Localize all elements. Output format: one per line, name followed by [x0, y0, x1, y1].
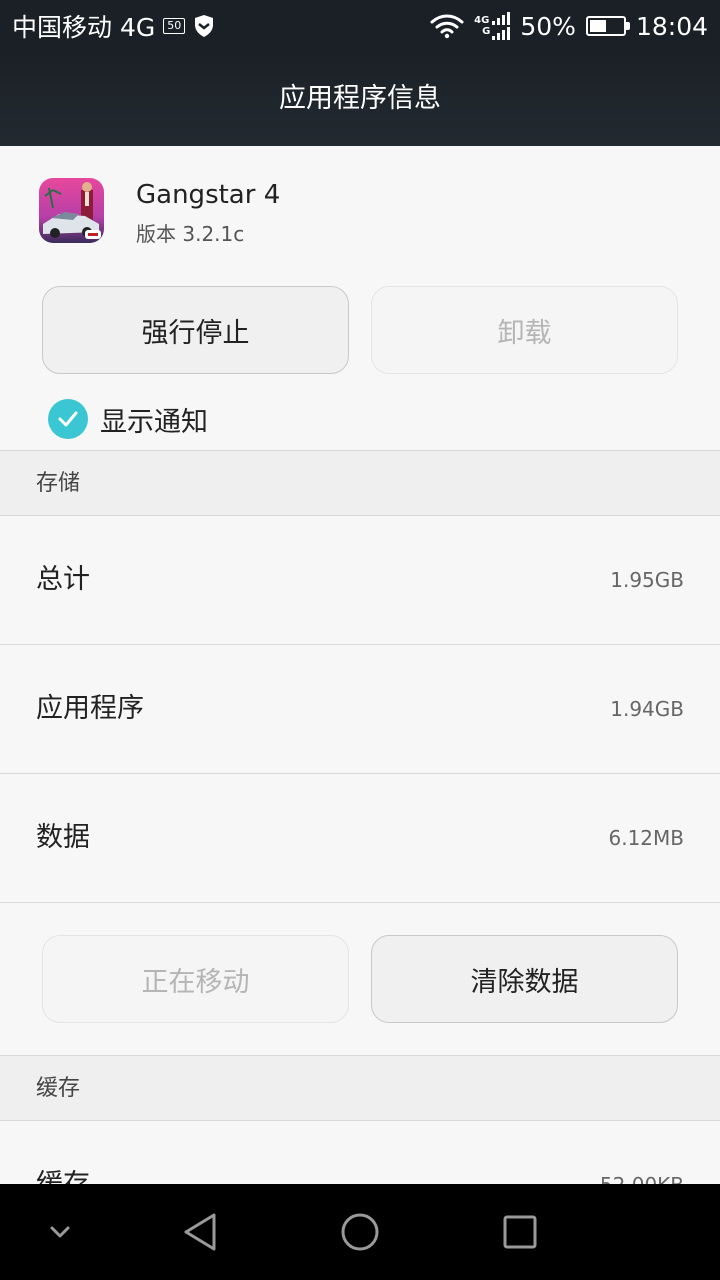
storage-row-app: 应用程序 1.94GB [0, 645, 720, 774]
network-badge: 50 [163, 18, 186, 34]
status-left: 中国移动 4G 50 [12, 0, 215, 52]
row-value: 1.94GB [610, 697, 684, 721]
home-button[interactable] [330, 1184, 390, 1280]
cellular-signal: 4G G [474, 12, 511, 40]
row-value: 1.95GB [610, 568, 684, 592]
app-info-content[interactable]: Gangstar 4 版本 3.2.1c 强行停止 卸载 显示通知 存储 总计 … [0, 146, 720, 1184]
show-notifications-label: 显示通知 [100, 406, 208, 438]
hide-nav-button[interactable] [30, 1184, 90, 1280]
row-label: 缓存 [36, 1121, 90, 1184]
recents-square-icon [503, 1215, 537, 1249]
shield-icon [195, 15, 214, 37]
status-bar: 中国移动 4G 50 4G G 50% 18:04 [0, 0, 720, 52]
battery-icon [585, 16, 630, 36]
battery-fill [589, 20, 606, 32]
show-notifications-toggle[interactable]: 显示通知 [48, 398, 208, 440]
status-right: 4G G 50% 18:04 [430, 0, 708, 52]
network-type-top: 4G [474, 15, 490, 26]
cache-section-header: 缓存 [0, 1055, 720, 1121]
home-circle-icon [341, 1213, 379, 1251]
app-bar: 应用程序信息 [0, 52, 720, 146]
network-type-bottom: G [482, 26, 491, 37]
back-button[interactable] [170, 1184, 230, 1280]
force-stop-button[interactable]: 强行停止 [42, 286, 349, 374]
battery-percent: 50% [520, 11, 576, 41]
recents-button[interactable] [490, 1184, 550, 1280]
app-version: 版本 3.2.1c [136, 222, 245, 246]
chevron-down-icon [50, 1226, 70, 1238]
storage-row-total: 总计 1.95GB [0, 516, 720, 645]
row-value: 6.12MB [608, 826, 684, 850]
storage-header-label: 存储 [36, 471, 81, 496]
checkmark-icon[interactable] [48, 399, 88, 439]
row-label: 数据 [36, 822, 90, 853]
moving-button[interactable]: 正在移动 [42, 935, 349, 1023]
cache-header-label: 缓存 [36, 1076, 81, 1101]
row-label: 总计 [36, 564, 90, 595]
wifi-icon [430, 14, 464, 39]
back-triangle-icon [184, 1213, 216, 1251]
app-icon [39, 178, 104, 243]
storage-section-header: 存储 [0, 450, 720, 516]
page-title: 应用程序信息 [279, 83, 441, 114]
row-label: 应用程序 [36, 693, 144, 724]
navigation-bar [0, 1184, 720, 1280]
app-name: Gangstar 4 [136, 180, 281, 210]
clear-data-button[interactable]: 清除数据 [371, 935, 678, 1023]
clock: 18:04 [635, 11, 708, 41]
carrier-label: 中国移动 4G [12, 13, 156, 42]
signal-bars-icon [492, 12, 511, 40]
storage-row-data: 数据 6.12MB [0, 774, 720, 903]
app-header: Gangstar 4 版本 3.2.1c [0, 146, 720, 286]
row-value: 52.00KB [600, 1121, 684, 1184]
uninstall-button[interactable]: 卸载 [371, 286, 678, 374]
cache-row: 缓存 52.00KB [0, 1121, 720, 1184]
